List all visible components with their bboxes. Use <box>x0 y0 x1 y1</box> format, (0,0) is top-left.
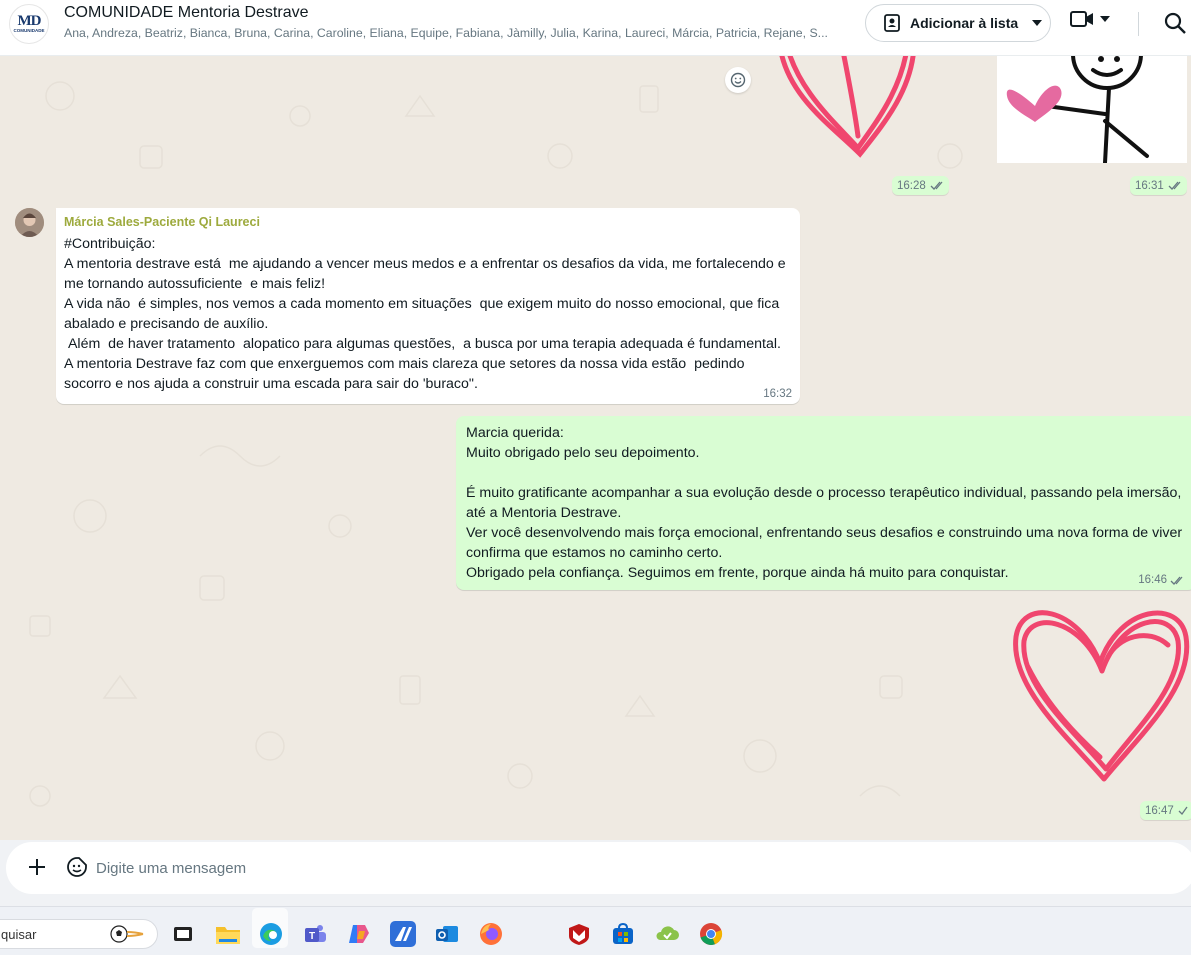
taskbar-search[interactable]: quisar <box>0 919 158 949</box>
video-camera-icon <box>1070 11 1093 27</box>
header-divider <box>1138 12 1139 36</box>
heart-sticker[interactable] <box>1008 597 1191 787</box>
timestamp-text: 16:47 <box>1145 804 1174 817</box>
sticker-timestamp: 16:28 <box>892 176 949 195</box>
video-call-button[interactable] <box>1070 10 1110 28</box>
message-sender-name[interactable]: Márcia Sales-Paciente Qi Laureci <box>64 215 791 229</box>
cloud-sync-icon[interactable] <box>654 921 680 947</box>
timestamp-text: 16:31 <box>1135 179 1164 192</box>
add-to-list-button[interactable]: Adicionar à lista <box>865 4 1051 42</box>
chat-header: MD COMUNIDADE COMUNIDADE Mentoria Destra… <box>0 0 1191 56</box>
message-timestamp: 16:46 <box>1138 574 1184 586</box>
plus-icon <box>29 859 45 875</box>
outgoing-message[interactable]: Marcia querida: Muito obrigado pelo seu … <box>456 416 1191 590</box>
message-text: #Contribuição: A mentoria destrave está … <box>64 236 786 392</box>
edge-browser-icon[interactable] <box>258 921 284 947</box>
timestamp-text: 16:28 <box>897 179 926 192</box>
attach-button[interactable] <box>26 856 48 883</box>
heart-sticker[interactable] <box>762 56 922 166</box>
taskbar-search-text: quisar <box>1 927 37 942</box>
sticker-icon <box>67 857 87 877</box>
message-input[interactable] <box>96 858 1096 878</box>
sticker-button[interactable] <box>66 856 88 883</box>
sender-avatar[interactable] <box>15 208 44 237</box>
group-logo-subtitle: COMUNIDADE <box>13 28 45 33</box>
chevron-down-icon <box>1032 20 1043 26</box>
add-to-list-label: Adicionar à lista <box>910 15 1019 31</box>
search-icon <box>1164 12 1186 34</box>
double-check-icon <box>930 181 943 190</box>
outlook-icon[interactable] <box>434 921 460 947</box>
react-emoji-button[interactable] <box>725 67 751 93</box>
composer-box[interactable] <box>6 842 1191 894</box>
message-timestamp: 16:32 <box>763 388 792 400</box>
group-members-list[interactable]: Ana, Andreza, Beatriz, Bianca, Bruna, Ca… <box>64 26 844 40</box>
copilot-icon[interactable] <box>346 921 372 947</box>
sticker-timestamp: 16:47 <box>1140 801 1191 820</box>
double-check-icon <box>1170 576 1183 585</box>
svg-text:T: T <box>309 931 315 942</box>
message-text: Marcia querida: Muito obrigado pelo seu … <box>466 425 1183 581</box>
teams-icon[interactable]: T <box>302 921 328 947</box>
file-explorer-icon[interactable] <box>215 921 241 947</box>
group-logo: MD <box>17 13 42 29</box>
chevron-down-icon <box>1100 16 1110 22</box>
app-a-icon[interactable] <box>390 921 416 947</box>
list-add-icon <box>884 14 900 32</box>
single-check-icon <box>1178 806 1188 815</box>
microsoft-store-icon[interactable] <box>610 921 636 947</box>
chrome-icon[interactable] <box>698 921 724 947</box>
firefox-icon[interactable] <box>478 921 504 947</box>
double-check-icon <box>1168 181 1181 190</box>
sticker-timestamp: 16:31 <box>1130 176 1187 195</box>
task-view-icon[interactable] <box>170 921 196 947</box>
incoming-message[interactable]: Márcia Sales-Paciente Qi Laureci #Contri… <box>56 208 800 404</box>
timestamp-text: 16:46 <box>1138 574 1167 586</box>
soccer-ball-icon <box>110 925 144 943</box>
group-title[interactable]: COMUNIDADE Mentoria Destrave <box>64 4 309 22</box>
group-avatar[interactable]: MD COMUNIDADE <box>9 4 49 44</box>
stick-figure-sticker[interactable] <box>997 56 1187 163</box>
stick-figure-heart-icon <box>1006 56 1149 163</box>
smiley-icon <box>730 72 746 88</box>
avatar-photo-icon <box>15 208 44 237</box>
chat-area[interactable]: 16:28 16:31 Márcia Sales-Paciente Qi Lau… <box>0 56 1191 840</box>
mcafee-icon[interactable] <box>566 921 592 947</box>
message-composer <box>0 840 1191 906</box>
search-button[interactable] <box>1164 12 1186 39</box>
